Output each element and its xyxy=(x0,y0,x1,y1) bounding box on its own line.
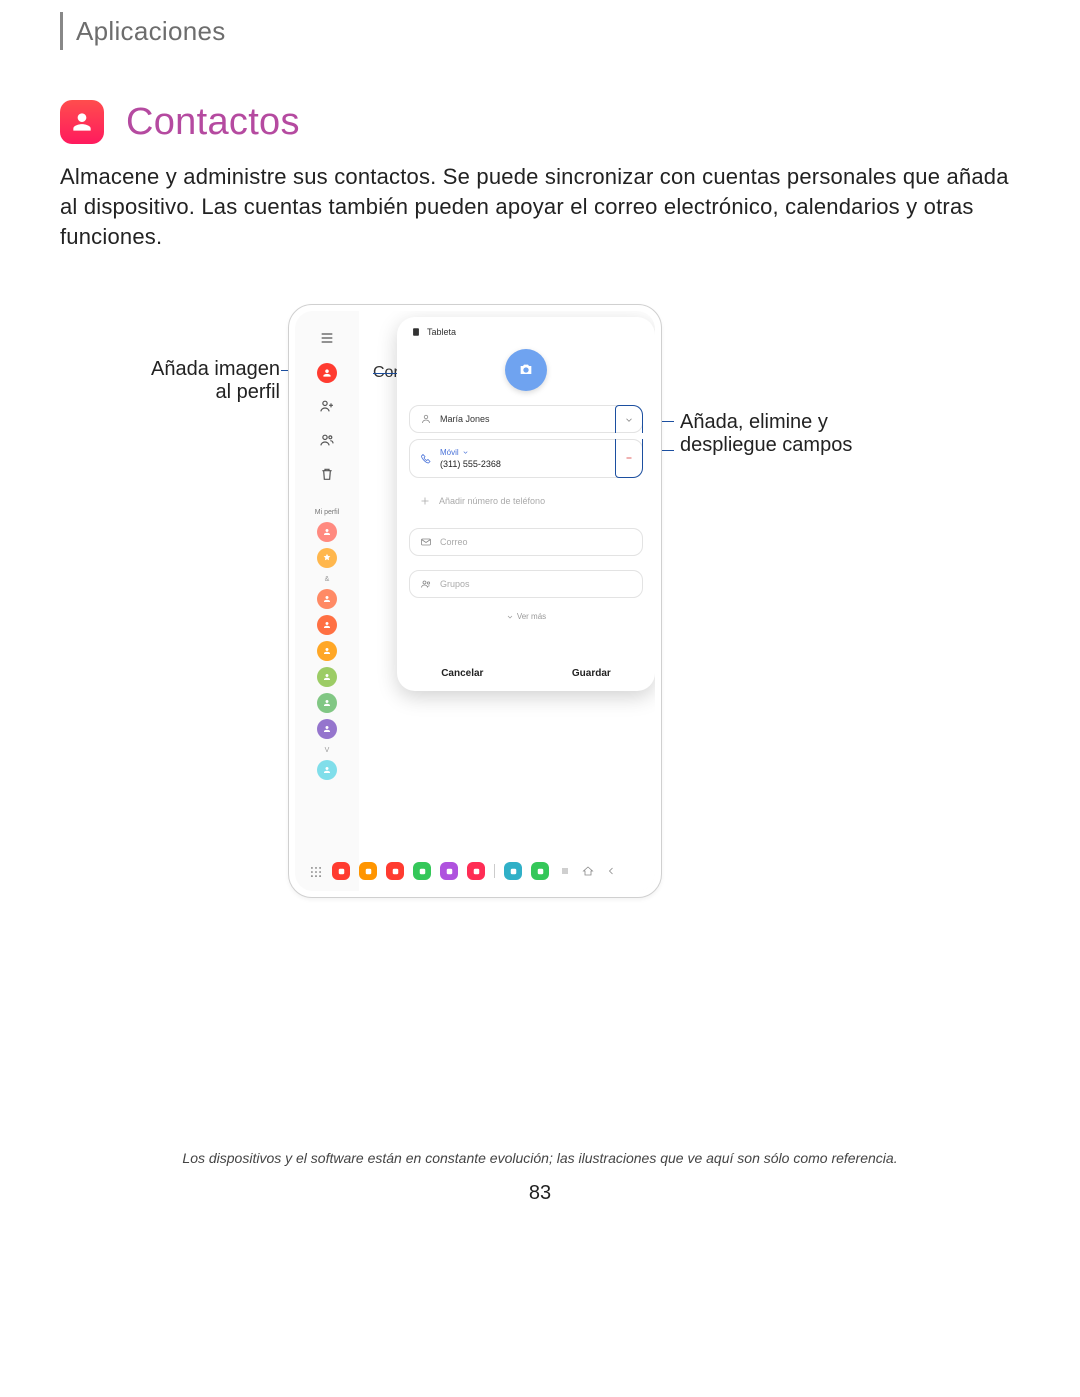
page-title: Contactos xyxy=(126,101,300,144)
taskbar-app-icon[interactable] xyxy=(440,862,458,880)
taskbar-app-icon[interactable] xyxy=(413,862,431,880)
taskbar-app-icon[interactable] xyxy=(359,862,377,880)
intro-paragraph: Almacene y administre sus contactos. Se … xyxy=(60,162,1020,252)
disclaimer-text: Los dispositivos y el software están en … xyxy=(0,1150,1080,1166)
storage-location[interactable]: Tableta xyxy=(397,317,655,339)
cancel-button[interactable]: Cancelar xyxy=(441,668,483,679)
callout-profile-image: Añada imagenal perfil xyxy=(60,358,280,404)
email-field[interactable]: Correo xyxy=(409,528,643,556)
add-profile-photo-button[interactable] xyxy=(505,349,547,391)
trash-icon[interactable] xyxy=(316,463,338,485)
phone-icon xyxy=(420,453,432,465)
taskbar xyxy=(295,859,655,883)
plus-icon xyxy=(419,495,431,507)
group-icon[interactable] xyxy=(316,429,338,451)
section-header: Aplicaciones xyxy=(76,16,226,47)
nav-separator xyxy=(494,864,495,878)
name-field[interactable]: María Jones xyxy=(409,405,643,433)
sidebar-contact-icon[interactable] xyxy=(317,363,337,383)
page-number: 83 xyxy=(0,1182,1080,1205)
taskbar-app-icon[interactable] xyxy=(467,862,485,880)
contact-avatar[interactable] xyxy=(317,548,337,568)
title-row: Contactos xyxy=(60,100,300,144)
tablet-frame: Mi perfil & V Cor contacto de la listazqu… xyxy=(288,304,662,898)
contacts-sidebar: Mi perfil & V xyxy=(295,311,359,891)
mail-icon xyxy=(420,536,432,548)
taskbar-app-icon[interactable] xyxy=(531,862,549,880)
home-button[interactable] xyxy=(581,864,595,878)
add-phone-row[interactable]: Añadir número de teléfono xyxy=(409,488,643,514)
contact-avatar[interactable] xyxy=(317,719,337,739)
add-contact-icon[interactable] xyxy=(316,395,338,417)
taskbar-app-icon[interactable] xyxy=(504,862,522,880)
groups-icon xyxy=(420,578,432,590)
contact-avatar[interactable] xyxy=(317,667,337,687)
header-rule xyxy=(60,12,63,50)
see-more-button[interactable]: Ver más xyxy=(397,612,655,621)
expand-name-button[interactable] xyxy=(615,405,643,433)
taskbar-app-icon[interactable] xyxy=(386,862,404,880)
contact-avatar[interactable] xyxy=(317,760,337,780)
person-icon xyxy=(420,413,432,425)
taskbar-app-icon[interactable] xyxy=(332,862,350,880)
hamburger-icon[interactable] xyxy=(316,327,338,349)
callout-fields: Añada, elimine ydespliegue campos xyxy=(680,411,940,457)
save-button[interactable]: Guardar xyxy=(572,668,611,679)
contact-avatar[interactable] xyxy=(317,615,337,635)
my-profile-label: Mi perfil xyxy=(295,509,359,516)
index-letter: V xyxy=(295,747,359,754)
contact-avatar[interactable] xyxy=(317,522,337,542)
remove-phone-button[interactable] xyxy=(615,439,643,478)
back-button[interactable] xyxy=(604,864,618,878)
edit-contact-dialog: Tableta María Jones Móvil (311) 555-2368 xyxy=(397,317,655,691)
contact-avatar[interactable] xyxy=(317,693,337,713)
contacts-main: Cor contacto de la listazquierda. Tablet… xyxy=(359,311,655,891)
contacts-app-icon xyxy=(60,100,104,144)
contact-avatar[interactable] xyxy=(317,589,337,609)
recents-button[interactable] xyxy=(558,864,572,878)
groups-field[interactable]: Grupos xyxy=(409,570,643,598)
index-letter: & xyxy=(295,576,359,583)
phone-field[interactable]: Móvil (311) 555-2368 xyxy=(409,439,643,478)
contact-avatar[interactable] xyxy=(317,641,337,661)
